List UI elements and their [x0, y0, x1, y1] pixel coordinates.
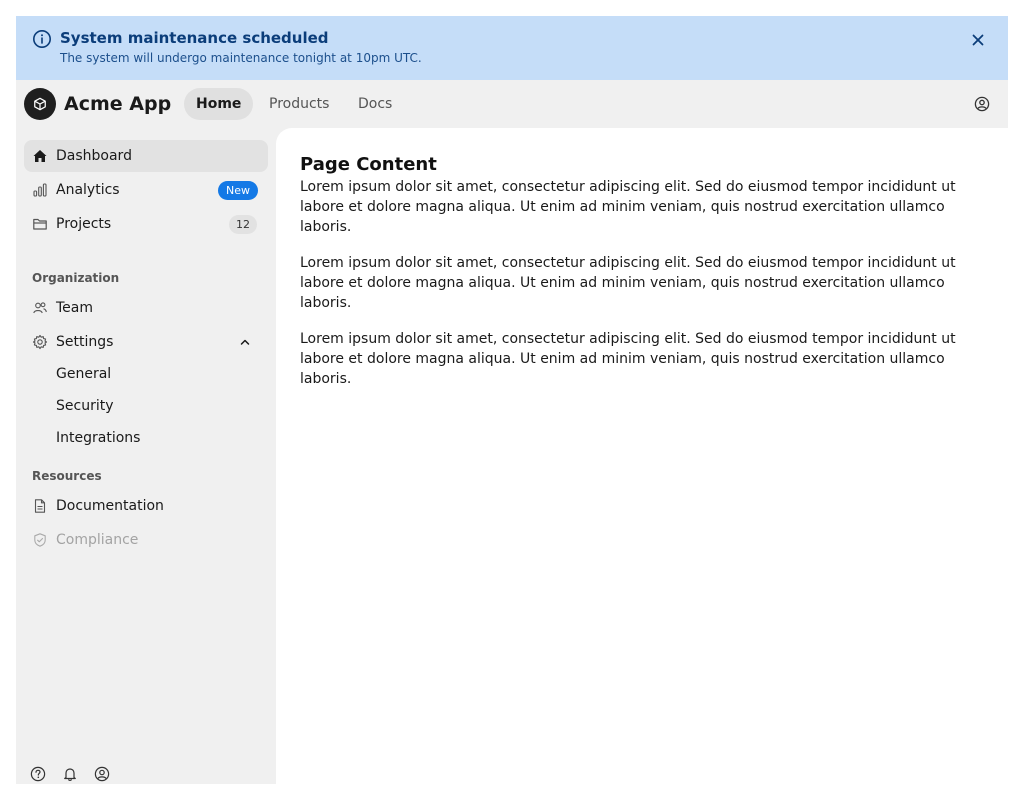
- sidebar-item-documentation[interactable]: Documentation: [24, 490, 268, 522]
- sidebar-item-label: Security: [56, 398, 114, 414]
- home-icon: [32, 148, 48, 164]
- section-label-resources: Resources: [32, 469, 102, 483]
- shield-check-icon: [32, 532, 48, 548]
- banner-message: The system will undergo maintenance toni…: [60, 51, 422, 65]
- app-frame: System maintenance scheduled The system …: [16, 16, 1008, 784]
- content-paragraph: Lorem ipsum dolor sit amet, consectetur …: [300, 331, 956, 387]
- chevron-up-icon[interactable]: [238, 335, 252, 349]
- help-button[interactable]: [30, 766, 46, 782]
- main-content: Page Content Lorem ipsum dolor sit amet,…: [276, 128, 1008, 784]
- sidebar-item-label: Documentation: [56, 498, 164, 514]
- count-badge: 12: [229, 215, 257, 234]
- section-label-organization: Organization: [32, 271, 120, 285]
- sidebar-item-compliance: Compliance: [24, 524, 268, 556]
- sidebar-item-label: General: [56, 366, 112, 382]
- help-icon: [30, 766, 46, 782]
- sidebar-item-label: Integrations: [56, 430, 141, 446]
- sidebar-subitem-general[interactable]: General: [24, 358, 268, 390]
- tab-products[interactable]: Products: [257, 88, 341, 120]
- sidebar-item-projects[interactable]: Projects 12: [24, 208, 268, 240]
- sidebar-item-label: Compliance: [56, 532, 139, 548]
- folder-icon: [32, 216, 48, 232]
- user-circle-icon: [94, 766, 110, 782]
- sidebar-item-label: Settings: [56, 334, 114, 350]
- sidebar-item-analytics[interactable]: Analytics New: [24, 174, 268, 206]
- sidebar-item-label: Analytics: [56, 182, 120, 198]
- sidebar-subitem-integrations[interactable]: Integrations: [24, 422, 268, 454]
- banner-close-button[interactable]: [966, 28, 990, 52]
- content-paragraph: Lorem ipsum dolor sit amet, consectetur …: [300, 255, 956, 311]
- users-icon: [32, 300, 48, 316]
- app-name: Acme App: [64, 93, 172, 115]
- file-icon: [32, 498, 48, 514]
- close-icon: [972, 34, 984, 46]
- app-logo[interactable]: [24, 88, 56, 120]
- new-badge: New: [218, 181, 258, 200]
- sidebar-item-settings[interactable]: Settings: [24, 326, 268, 358]
- maintenance-banner: System maintenance scheduled The system …: [16, 16, 1008, 80]
- cube-icon: [33, 97, 47, 111]
- bar-chart-icon: [32, 182, 48, 198]
- sidebar-item-team[interactable]: Team: [24, 292, 268, 324]
- sidebar-item-dashboard[interactable]: Dashboard: [24, 140, 268, 172]
- sidebar-item-label: Dashboard: [56, 148, 132, 164]
- sidebar-item-label: Projects: [56, 216, 112, 232]
- content-paragraph: Lorem ipsum dolor sit amet, consectetur …: [300, 179, 956, 235]
- profile-button[interactable]: [94, 766, 110, 782]
- notifications-button[interactable]: [62, 766, 78, 782]
- user-menu-button[interactable]: [974, 96, 990, 112]
- tab-docs[interactable]: Docs: [346, 88, 404, 120]
- user-circle-icon: [974, 96, 990, 112]
- sidebar-item-label: Team: [56, 300, 94, 316]
- sidebar: Dashboard Analytics New Projects 12 Orga…: [16, 128, 276, 784]
- banner-title: System maintenance scheduled: [60, 29, 329, 47]
- gear-icon: [32, 334, 48, 350]
- sidebar-subitem-security[interactable]: Security: [24, 390, 268, 422]
- top-header: Acme App Home Products Docs: [16, 80, 1008, 128]
- info-icon: [32, 29, 52, 49]
- page-title: Page Content: [300, 154, 437, 175]
- bell-icon: [62, 766, 78, 782]
- tab-home[interactable]: Home: [184, 88, 254, 120]
